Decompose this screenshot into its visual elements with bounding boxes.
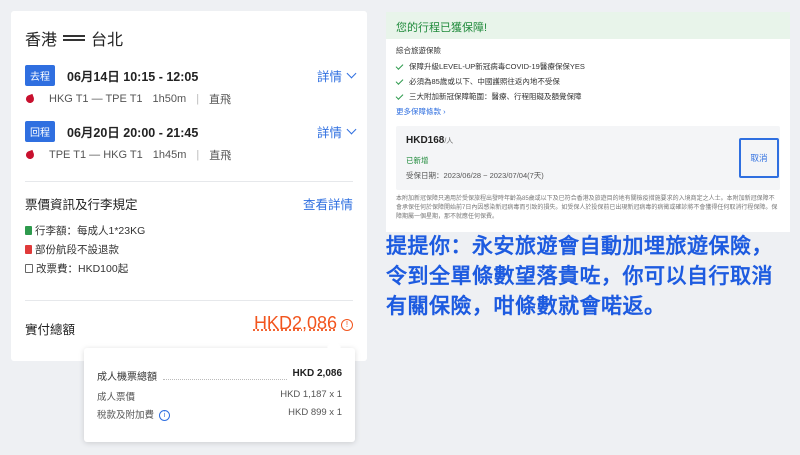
separator: | [196,93,200,105]
destination-city: 台北 [91,32,124,49]
insurance-plan-name: 綜合旅遊保險 [396,46,441,55]
chevron-down-icon [346,68,357,78]
divider [25,181,353,182]
benefit-text: 三大附加新冠保障範圍：醫療、行程阻礙及額覺保障 [409,92,582,101]
dotted-leader [163,368,287,380]
baggage-rule: 行李額：每成人1*23KG [25,223,145,238]
route-arrow-icon [63,34,86,42]
refund-rule: 部份航段不設退款 [25,242,119,257]
info-icon[interactable]: i [159,409,171,421]
origin-city: 香港 [25,32,58,49]
return-type: 直飛 [209,150,232,162]
change-fee-text: 改票費：HKD100起 [36,263,129,275]
view-details-link[interactable]: 查看詳情 [303,194,353,213]
flight-summary-card: 香港 台北 去程 06月14日 10:15 - 12:05 詳情 HKG T1 … [11,11,367,361]
return-route: TPE T1 — HKG T1 [49,149,143,161]
check-icon [395,76,404,85]
tax-label: 稅款及附加費 [97,410,155,421]
insurance-fine-print: 本附加新冠保障只適用於受保旅程出發時年齡為85歲或以下及已符合香港及旅遊目的地有… [396,196,778,220]
check-icon [395,61,404,70]
return-details-label: 詳情 [316,125,342,140]
adult-fare-label: 成人票價 [97,392,136,403]
chevron-down-icon [346,124,357,134]
adult-fare-row: 成人票價 HKD 1,187 x 1 [97,389,342,403]
outbound-route: HKG T1 — TPE T1 [49,93,143,105]
baggage-icon [25,226,32,235]
total-label: 實付總額 [25,323,76,337]
refund-rule-text: 部份航段不設退款 [35,244,119,256]
tax-value: HKD 899 x 1 [288,407,342,418]
return-segment: 回程 06月20日 20:00 - 21:45 詳情 TPE T1 — HKG … [25,120,357,163]
adult-total-label: 成人機票總額 [97,372,157,383]
insurance-header: 您的行程已獲保障! [386,12,790,39]
total-price[interactable]: HKD2,086 [254,313,337,334]
outbound-type: 直飛 [209,94,232,106]
insurance-selection-box: HKD168/人 已新增 受保日期：2023/06/28 ~ 2023/07/0… [396,126,780,190]
insurance-header-text: 您的行程已獲保障! [396,22,488,34]
outbound-badge: 去程 [25,64,55,86]
insurance-price-unit: /人 [444,138,454,145]
insurance-status: 已新增 [406,156,429,165]
adult-total-row: 成人機票總額 HKD 2,086 [97,368,342,383]
more-terms-link[interactable]: 更多保障條款 › [396,106,446,117]
outbound-segment: 去程 06月14日 10:15 - 12:05 詳情 HKG T1 — TPE … [25,64,357,107]
insurance-price-value: HKD168 [406,135,445,146]
check-icon [395,91,404,100]
outbound-datetime: 06月14日 10:15 - 12:05 [67,69,199,84]
info-icon[interactable]: ! [341,319,353,331]
change-fee-rule: 改票費：HKD100起 [25,261,128,276]
calendar-icon [25,264,33,273]
adult-total-value: HKD 2,086 [292,368,342,379]
return-badge: 回程 [25,120,55,142]
fare-rules-title: 票價資訊及行李規定 [25,198,138,212]
airline-logo-icon [25,150,35,160]
outbound-details-link[interactable]: 詳情 [316,66,357,85]
insurance-price: HKD168/人 [406,135,453,146]
benefit-text: 保障升級LEVEL-UP新冠病毒COVID-19醫療保保YES [409,62,585,71]
tax-row: 稅款及附加費 i HKD 899 x 1 [97,407,342,421]
return-duration: 1h45m [152,149,187,161]
price-breakdown-popup: 成人機票總額 HKD 2,086 成人票價 HKD 1,187 x 1 稅款及附… [84,339,355,442]
tax-label-wrap: 稅款及附加費 i [97,407,171,421]
annotation-text: 提提你：永安旅遊會自動加埋旅遊保險，令到全單條數望落貴咗，你可以自行取消有關保險… [386,235,773,318]
benefit-text: 必須為85歲或以下、中國護照往返內地不受保 [409,77,560,86]
insurance-panel: 您的行程已獲保障! 綜合旅遊保險 保障升級LEVEL-UP新冠病毒COVID-1… [386,12,790,232]
separator: | [196,149,200,161]
insurance-benefit: 三大附加新冠保障範圍：醫療、行程阻礙及額覺保障 [395,91,582,102]
outbound-details-label: 詳情 [316,69,342,84]
baggage-rule-text: 行李額：每成人1*23KG [35,225,146,237]
outbound-duration: 1h50m [152,93,187,105]
divider [25,300,353,301]
no-refund-icon [25,245,32,254]
return-details-link[interactable]: 詳情 [316,122,357,141]
insurance-benefit: 保障升級LEVEL-UP新冠病毒COVID-19醫療保保YES [395,61,585,72]
airline-logo-icon [25,94,35,104]
insurance-dates: 受保日期：2023/06/28 ~ 2023/07/04(7天) [406,171,544,180]
route-title: 香港 台北 [25,26,123,50]
adult-fare-value: HKD 1,187 x 1 [280,389,342,400]
cancel-insurance-button[interactable]: 取消 [739,138,779,178]
return-datetime: 06月20日 20:00 - 21:45 [67,125,199,140]
insurance-benefit: 必須為85歲或以下、中國護照往返內地不受保 [395,76,560,87]
